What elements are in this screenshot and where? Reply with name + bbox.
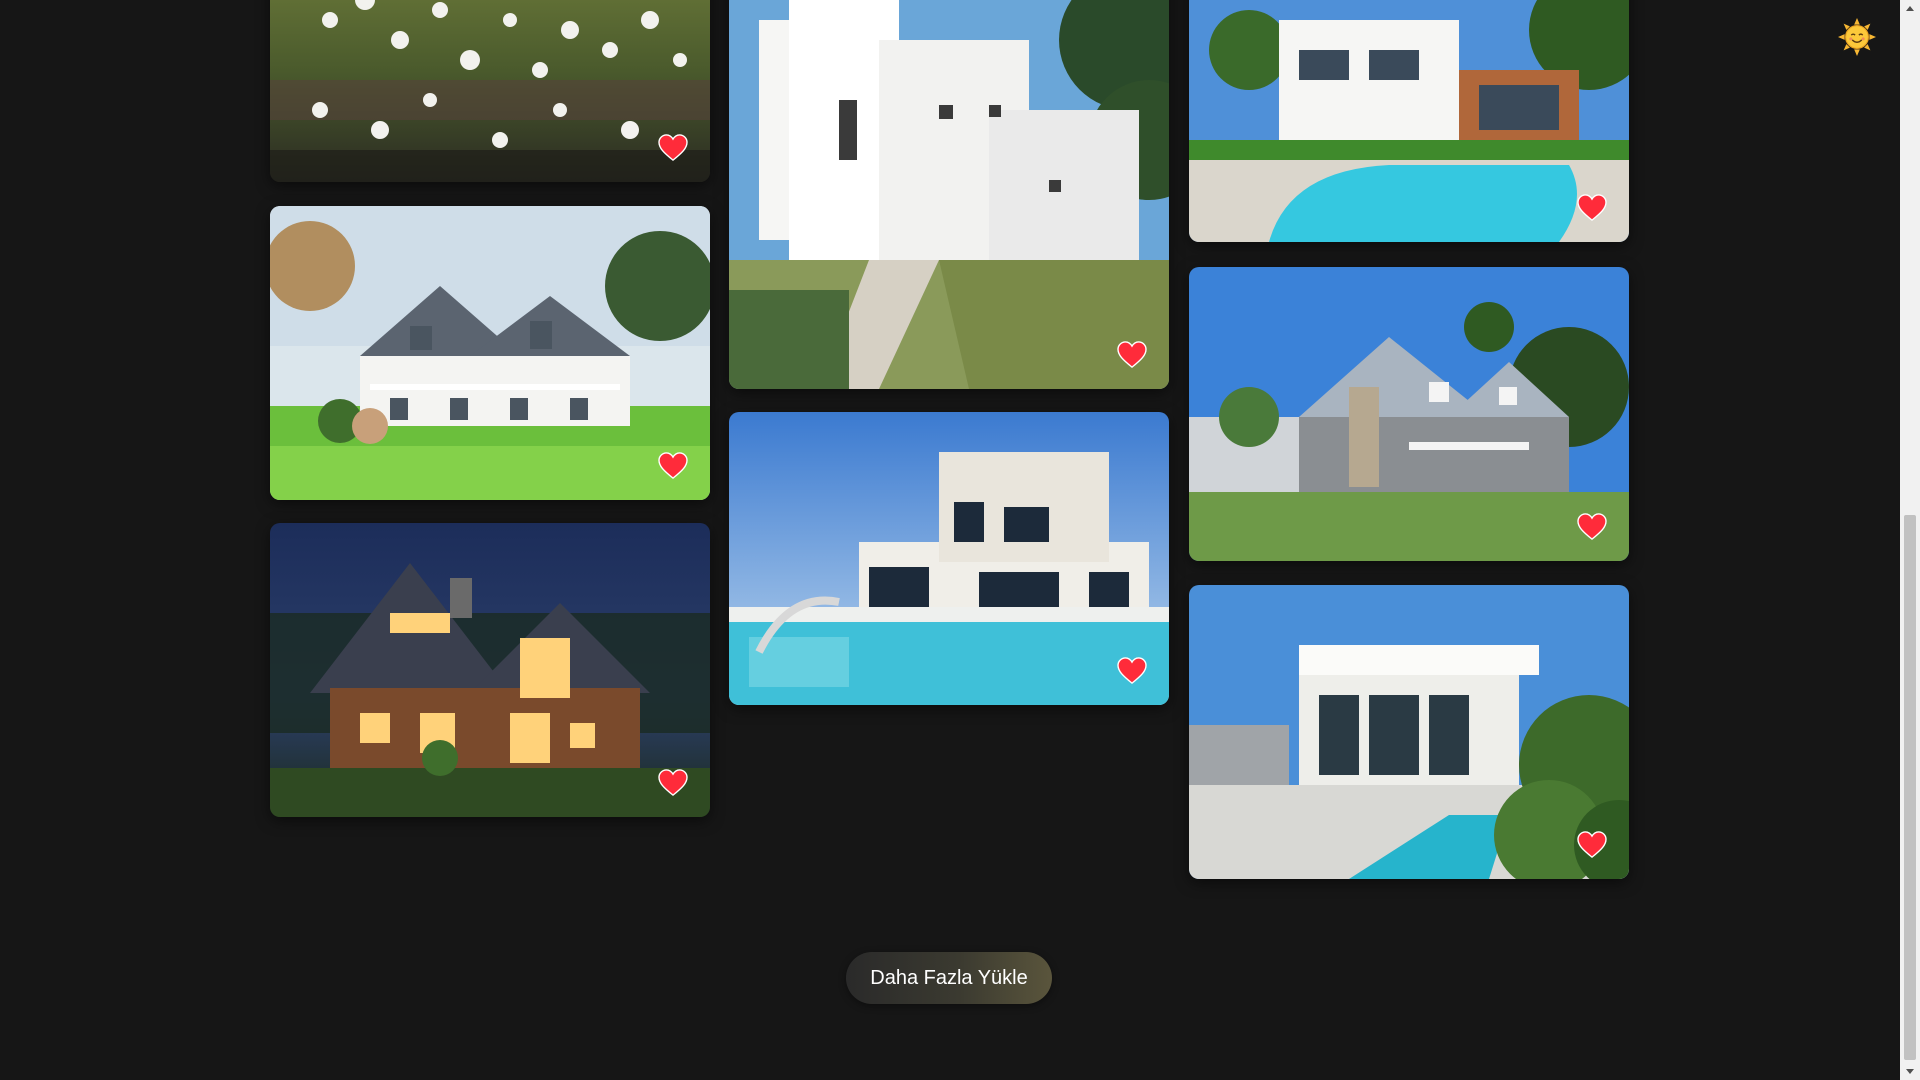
property-photo: [270, 206, 710, 500]
property-card-gray-house[interactable]: [1189, 267, 1629, 561]
favorite-heart-icon[interactable]: [1577, 831, 1607, 859]
page: Daha Fazla Yükle: [0, 0, 1920, 1080]
property-photo: [1189, 267, 1629, 561]
scroll-up-arrow-icon[interactable]: [1900, 0, 1920, 17]
property-photo: [1189, 0, 1629, 242]
property-card-colonial-pool[interactable]: [1189, 0, 1629, 242]
property-photo: [270, 0, 710, 182]
scroll-down-arrow-icon[interactable]: [1900, 1063, 1920, 1080]
favorite-heart-icon[interactable]: [1117, 657, 1147, 685]
favorite-heart-icon[interactable]: [1577, 194, 1607, 222]
property-photo: [270, 523, 710, 817]
favorite-heart-icon[interactable]: [658, 134, 688, 162]
favorite-heart-icon[interactable]: [658, 452, 688, 480]
favorite-heart-icon[interactable]: [1117, 341, 1147, 369]
property-card-farmhouse[interactable]: [270, 206, 710, 500]
property-card-white-villa[interactable]: [729, 0, 1169, 389]
property-photo: [1189, 585, 1629, 879]
property-photo: [729, 412, 1169, 705]
sun-icon: [1838, 18, 1876, 56]
property-card-dusk-house[interactable]: [270, 523, 710, 817]
property-photo: [729, 0, 1169, 389]
property-card-modern-courtyard[interactable]: [1189, 585, 1629, 879]
load-more-button[interactable]: Daha Fazla Yükle: [846, 952, 1052, 1004]
scrollbar-thumb[interactable]: [1904, 515, 1916, 1060]
favorite-heart-icon[interactable]: [1577, 513, 1607, 541]
theme-toggle-sun-icon[interactable]: [1838, 18, 1876, 56]
property-gallery: [270, 0, 1630, 900]
property-card-flowers[interactable]: [270, 0, 710, 182]
vertical-scrollbar[interactable]: [1900, 0, 1920, 1080]
favorite-heart-icon[interactable]: [658, 769, 688, 797]
property-card-modern-pool-villa[interactable]: [729, 412, 1169, 705]
